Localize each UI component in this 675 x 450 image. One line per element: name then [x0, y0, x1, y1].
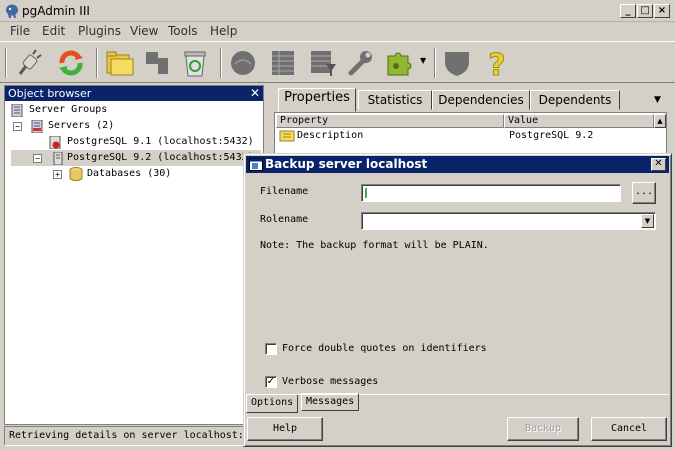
menu-view[interactable]: View: [130, 24, 158, 38]
filename-label: Filename: [260, 186, 309, 197]
dialog-title: Backup server localhost: [265, 157, 428, 171]
toolbar-separator: [96, 48, 98, 78]
scroll-up-icon[interactable]: ▲: [654, 114, 666, 128]
databases-icon: [69, 167, 83, 181]
tree-label: Server Groups: [29, 104, 108, 115]
svg-text:?: ?: [488, 48, 505, 80]
verbose-label[interactable]: Verbose messages: [282, 376, 378, 387]
help-icon[interactable]: ?: [480, 46, 514, 81]
servers-icon: [31, 120, 43, 133]
text-cursor: [365, 188, 367, 198]
window-close-button[interactable]: ×: [654, 4, 670, 18]
window-title: pgAdmin III: [22, 4, 90, 18]
tree-item-server-groups[interactable]: Server Groups: [11, 102, 261, 118]
tree-item-servers[interactable]: − Servers (2): [11, 118, 261, 134]
force-quotes-checkbox[interactable]: [265, 343, 277, 355]
menu-file[interactable]: File: [10, 24, 30, 38]
dialog-window-icon: [249, 158, 263, 171]
tree-label: PostgreSQL 9.1 (localhost:5432): [67, 136, 254, 147]
object-browser-header: Object browser ✕: [5, 86, 263, 101]
rolename-select[interactable]: ▼: [361, 212, 656, 230]
backup-dialog: Backup server localhost ✕ Filename ... R…: [243, 153, 672, 447]
open-folder-icon[interactable]: [102, 46, 136, 80]
tree-label: Databases (30): [87, 168, 172, 179]
sql-icon[interactable]: [226, 46, 260, 80]
wrench-icon[interactable]: [344, 46, 378, 80]
toolbar-separator: [220, 48, 222, 78]
collapse-icon[interactable]: −: [33, 154, 42, 163]
filename-input[interactable]: [361, 184, 621, 202]
move-icon[interactable]: [140, 46, 174, 80]
server-disconnected-icon: [49, 136, 61, 149]
tree-item-postgresql-92[interactable]: − PostgreSQL 9.2 (localhost:5432): [11, 150, 261, 166]
tabs-dropdown-icon[interactable]: ▼: [654, 95, 661, 105]
cancel-button[interactable]: Cancel: [591, 417, 667, 441]
menu-help[interactable]: Help: [210, 24, 237, 38]
recycle-bin-icon[interactable]: [178, 46, 212, 80]
verbose-checkbox[interactable]: ✓: [265, 376, 277, 388]
description-icon: [279, 130, 295, 142]
plugin-dropdown-arrow-icon[interactable]: ▼: [420, 56, 426, 65]
column-header-value[interactable]: Value: [504, 114, 654, 128]
table-row[interactable]: Description PostgreSQL 9.2: [275, 129, 653, 143]
tree-item-databases[interactable]: + Databases (30): [11, 166, 261, 182]
tab-dependents[interactable]: Dependents: [530, 90, 620, 110]
column-header-property[interactable]: Property: [276, 114, 504, 128]
tab-options[interactable]: Options: [246, 395, 299, 413]
menu-plugins[interactable]: Plugins: [78, 24, 121, 38]
dialog-titlebar: Backup server localhost ✕: [246, 156, 669, 173]
tab-statistics[interactable]: Statistics: [358, 90, 432, 110]
tree-label: Servers (2): [48, 120, 115, 131]
close-icon[interactable]: ✕: [250, 86, 260, 101]
expand-icon[interactable]: +: [53, 170, 62, 179]
chevron-down-icon[interactable]: ▼: [641, 214, 654, 228]
status-bar: Retrieving details on server localhost:5…: [4, 426, 244, 446]
plugin-icon[interactable]: [382, 46, 416, 80]
force-quotes-label[interactable]: Force double quotes on identifiers: [282, 343, 487, 354]
tab-dependencies[interactable]: Dependencies: [432, 90, 530, 110]
property-value: PostgreSQL 9.2: [509, 130, 594, 141]
tab-messages[interactable]: Messages: [301, 393, 360, 411]
rolename-label: Rolename: [260, 214, 309, 225]
toolbar-separator: [434, 48, 436, 78]
help-button[interactable]: Help: [247, 417, 323, 441]
maximize-button[interactable]: □: [637, 4, 653, 18]
minimize-button[interactable]: _: [620, 4, 636, 18]
tree-item-postgresql-91[interactable]: PostgreSQL 9.1 (localhost:5432): [11, 134, 261, 150]
tab-properties[interactable]: Properties: [278, 88, 356, 112]
properties-tabs: Properties Statistics Dependencies Depen…: [272, 85, 671, 113]
hint-icon[interactable]: [440, 46, 474, 80]
filter-view-icon[interactable]: [306, 46, 340, 80]
backup-format-note: Note: The backup format will be PLAIN.: [260, 240, 489, 251]
property-name: Description: [297, 130, 364, 141]
browse-button[interactable]: ...: [632, 182, 656, 204]
window-titlebar: pgAdmin III _ □ ×: [0, 0, 675, 22]
object-browser-title: Object browser: [8, 87, 92, 100]
menu-bar: File Edit Plugins View Tools Help: [0, 22, 675, 41]
server-connected-icon: [53, 152, 63, 165]
toolbar: ▼ ?: [0, 41, 675, 83]
pgadmin-elephant-icon: [6, 4, 18, 18]
object-browser-panel: Object browser ✕ Server Groups − Servers…: [4, 85, 264, 425]
menu-tools[interactable]: Tools: [168, 24, 198, 38]
collapse-icon[interactable]: −: [13, 122, 22, 131]
toolbar-separator: [5, 48, 7, 78]
tree-label: PostgreSQL 9.2 (localhost:5432): [67, 152, 254, 163]
connect-icon[interactable]: [12, 46, 46, 80]
refresh-icon[interactable]: [54, 46, 88, 80]
server-group-icon: [11, 104, 23, 117]
backup-button[interactable]: Backup: [507, 417, 579, 441]
menu-edit[interactable]: Edit: [42, 24, 65, 38]
dialog-close-button[interactable]: ✕: [651, 158, 666, 171]
table-view-icon[interactable]: [266, 46, 300, 80]
